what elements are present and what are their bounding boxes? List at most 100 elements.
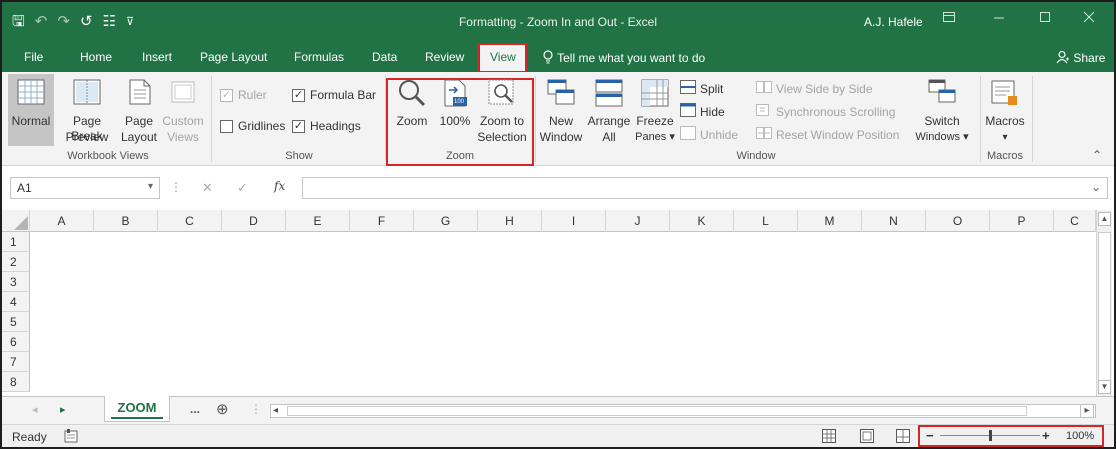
zoom-button[interactable]: Zoom: [392, 74, 432, 146]
name-box-dropdown-icon[interactable]: ▾: [148, 181, 153, 192]
column-header[interactable]: N: [862, 210, 926, 232]
row-header[interactable]: 2: [2, 252, 30, 272]
reset-window-position-button[interactable]: Reset Window Position: [756, 126, 899, 143]
cancel-entry-icon[interactable]: ✕: [202, 180, 213, 196]
zoom-100-icon: [441, 78, 469, 112]
user-name[interactable]: A.J. Hafele: [864, 15, 923, 29]
arrange-all-button[interactable]: Arrange All: [586, 74, 632, 146]
new-window-button[interactable]: New Window: [538, 74, 584, 146]
horizontal-scrollbar[interactable]: ◂: [270, 404, 1096, 418]
tab-review[interactable]: Review: [425, 50, 464, 64]
name-box[interactable]: A1 ▾: [10, 177, 160, 199]
tab-file[interactable]: File: [24, 50, 43, 64]
previous-sheet-icon[interactable]: ◂: [32, 403, 38, 416]
column-header[interactable]: H: [478, 210, 542, 232]
custom-views-label-1: Custom: [162, 114, 204, 128]
custom-views-button[interactable]: Custom Views: [160, 74, 206, 146]
page-layout-status-icon[interactable]: [860, 429, 874, 446]
column-header[interactable]: L: [734, 210, 798, 232]
tab-insert[interactable]: Insert: [142, 50, 172, 64]
column-header[interactable]: F: [350, 210, 414, 232]
column-header[interactable]: M: [798, 210, 862, 232]
gridlines-checkbox[interactable]: Gridlines: [220, 119, 285, 133]
insert-function-icon[interactable]: fx: [274, 179, 285, 193]
column-header[interactable]: G: [414, 210, 478, 232]
zoom-out-button[interactable]: −: [926, 428, 934, 443]
switch-windows-button[interactable]: Switch Windows ▾: [910, 74, 974, 146]
column-header[interactable]: A: [30, 210, 94, 232]
ribbon-display-options-icon[interactable]: [942, 10, 956, 27]
tab-data[interactable]: Data: [372, 50, 397, 64]
freeze-panes-label-2: Panes ▾: [635, 131, 675, 143]
arrange-all-label-1: Arrange: [587, 114, 631, 128]
normal-view-status-icon[interactable]: [822, 429, 836, 446]
row-header[interactable]: 8: [2, 372, 30, 392]
column-header[interactable]: E: [286, 210, 350, 232]
confirm-entry-icon[interactable]: ✓: [237, 180, 248, 196]
column-header[interactable]: O: [926, 210, 990, 232]
new-window-label-2: Window: [539, 130, 583, 144]
sheet-tab-zoom[interactable]: ZOOM: [104, 396, 170, 422]
row-header[interactable]: 1: [2, 232, 30, 252]
collapse-ribbon-icon[interactable]: ⌃: [1092, 148, 1102, 162]
macros-button[interactable]: Macros ▾: [982, 74, 1028, 146]
row-header[interactable]: 4: [2, 292, 30, 312]
column-header[interactable]: K: [670, 210, 734, 232]
formula-input[interactable]: ⌄: [302, 177, 1108, 199]
scroll-up-icon[interactable]: ▲: [1098, 212, 1111, 226]
column-header[interactable]: C: [158, 210, 222, 232]
maximize-icon[interactable]: [1038, 10, 1052, 27]
zoom-slider-thumb[interactable]: [989, 430, 992, 441]
view-side-by-side-button[interactable]: View Side by Side: [756, 80, 873, 97]
share-button[interactable]: Share: [1056, 50, 1105, 65]
tab-split-grip-icon[interactable]: ⋮: [250, 402, 262, 416]
row-header[interactable]: 7: [2, 352, 30, 372]
scroll-left-icon[interactable]: ◂: [273, 405, 278, 416]
row-header[interactable]: 3: [2, 272, 30, 292]
scroll-right-icon[interactable]: ▸: [1080, 404, 1094, 418]
vertical-scroll-thumb[interactable]: [1098, 232, 1111, 382]
freeze-panes-button[interactable]: Freeze Panes ▾: [634, 74, 676, 146]
horizontal-scroll-thumb[interactable]: [287, 406, 1027, 416]
expand-formula-bar-icon[interactable]: ⌄: [1091, 180, 1101, 194]
column-header[interactable]: C: [1054, 210, 1096, 232]
zoom-to-selection-button[interactable]: Zoom to Selection: [476, 74, 528, 146]
column-header[interactable]: J: [606, 210, 670, 232]
tab-home[interactable]: Home: [80, 50, 112, 64]
row-header[interactable]: 5: [2, 312, 30, 332]
vertical-scrollbar[interactable]: ▲ ▼: [1096, 210, 1112, 396]
side-by-side-icon: [756, 80, 772, 97]
hide-button[interactable]: Hide: [680, 103, 725, 120]
zoom-in-button[interactable]: +: [1042, 428, 1050, 443]
page-break-status-icon[interactable]: [896, 429, 910, 446]
split-button[interactable]: Split: [680, 80, 723, 97]
column-header[interactable]: D: [222, 210, 286, 232]
minimize-icon[interactable]: [992, 10, 1006, 27]
column-header[interactable]: B: [94, 210, 158, 232]
column-header[interactable]: P: [990, 210, 1054, 232]
synchronous-scrolling-button[interactable]: Synchronous Scrolling: [756, 103, 895, 120]
select-all-corner[interactable]: [2, 210, 30, 232]
next-sheet-icon[interactable]: ▸: [60, 403, 66, 416]
tell-me-search[interactable]: Tell me what you want to do: [542, 50, 705, 65]
macro-recording-icon[interactable]: [64, 428, 78, 447]
page-layout-button[interactable]: Page Layout: [119, 74, 159, 146]
ruler-checkbox[interactable]: ✓ Ruler: [220, 88, 267, 102]
more-sheets-icon[interactable]: ...: [190, 402, 200, 416]
new-sheet-icon[interactable]: ⊕: [216, 400, 229, 418]
zoom-level[interactable]: 100%: [1066, 430, 1094, 442]
normal-view-button[interactable]: Normal: [8, 74, 54, 146]
tab-formulas[interactable]: Formulas: [294, 50, 344, 64]
scroll-down-icon[interactable]: ▼: [1098, 380, 1111, 394]
column-header[interactable]: I: [542, 210, 606, 232]
worksheet-grid[interactable]: ABCDEFGHIJKLMNOPC 12345678 ▲ ▼: [2, 210, 1114, 396]
close-icon[interactable]: [1082, 10, 1096, 27]
switch-windows-label-2: Windows ▾: [915, 131, 969, 143]
row-header[interactable]: 6: [2, 332, 30, 352]
tab-page-layout[interactable]: Page Layout: [200, 50, 267, 64]
unhide-button[interactable]: Unhide: [680, 126, 738, 143]
page-break-preview-button[interactable]: Page Break Preview: [57, 74, 117, 146]
zoom-100-button[interactable]: 100 100%: [436, 74, 474, 146]
formula-bar-checkbox[interactable]: ✓ Formula Bar: [292, 88, 376, 102]
headings-checkbox[interactable]: ✓ Headings: [292, 119, 361, 133]
